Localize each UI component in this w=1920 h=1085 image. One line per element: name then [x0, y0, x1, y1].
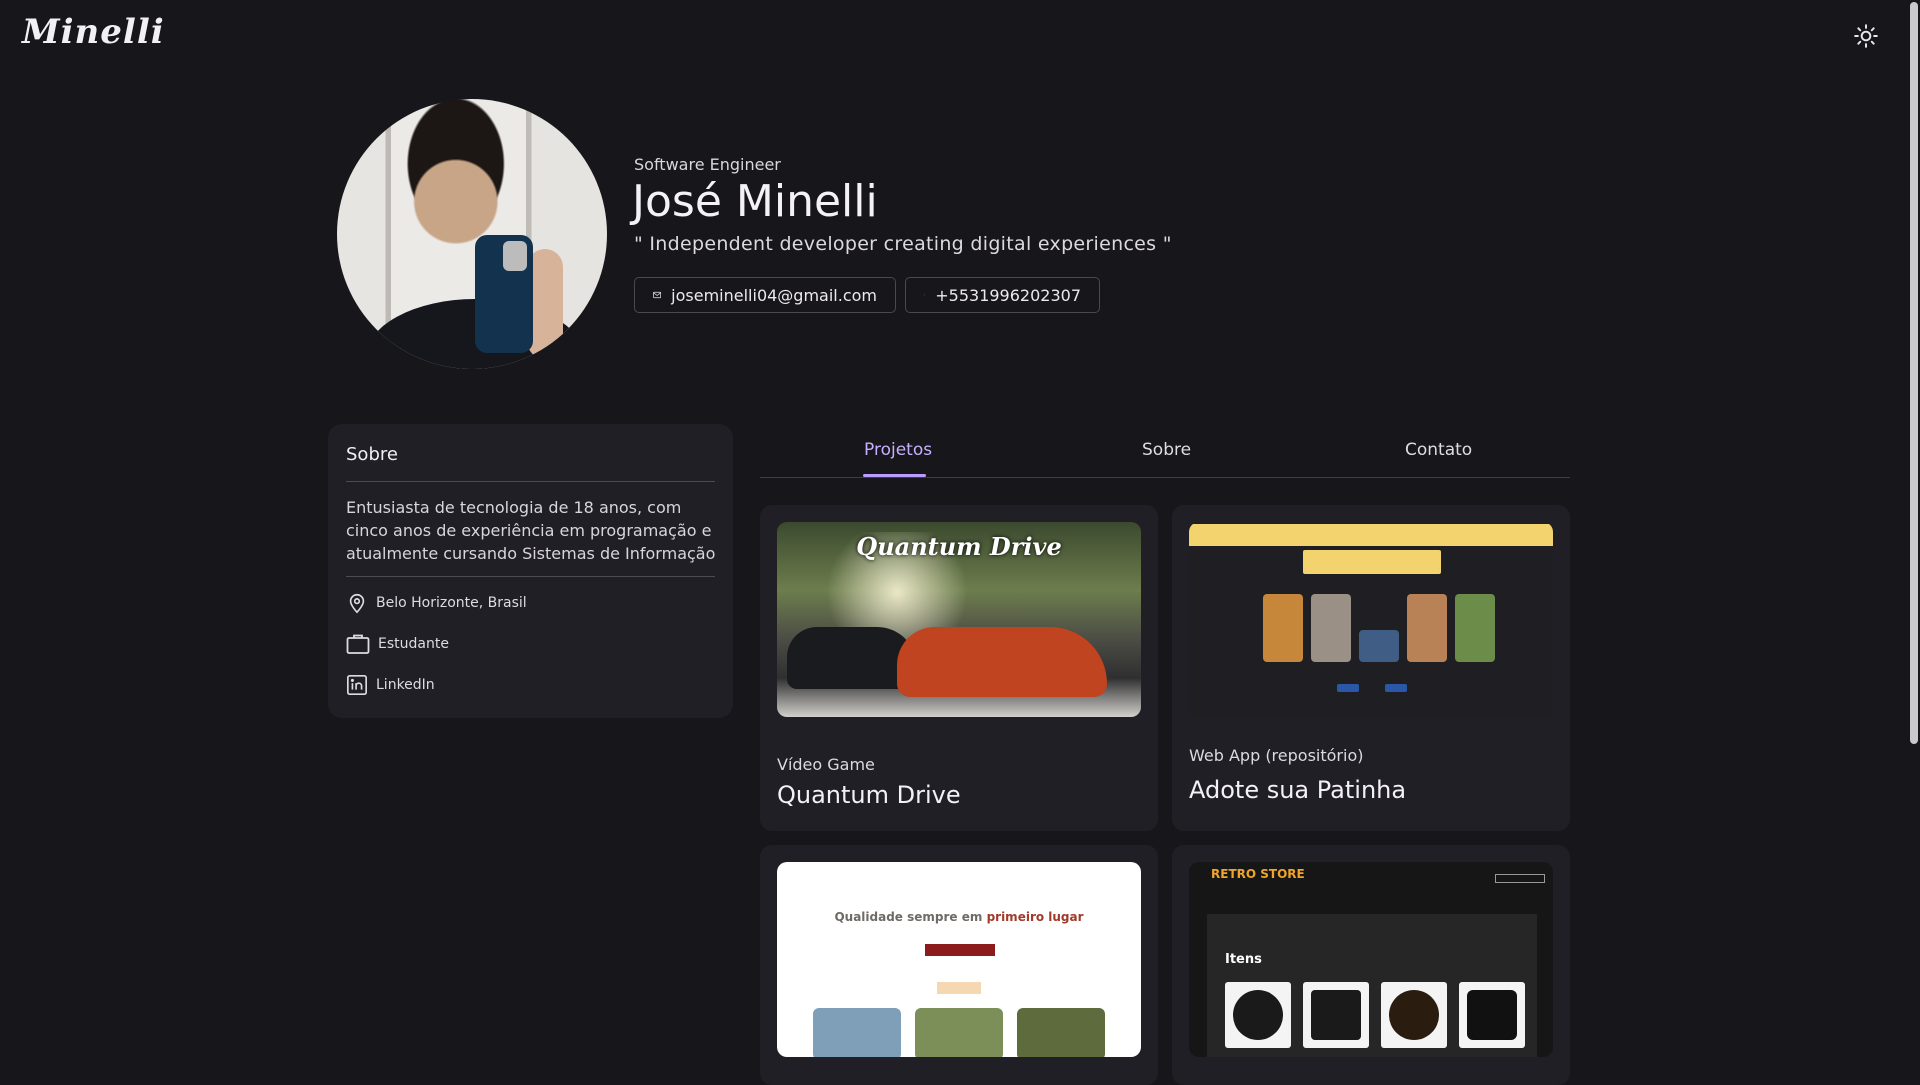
- location-pin-icon: [349, 593, 365, 614]
- occupation-label: Estudante: [378, 636, 449, 652]
- scrollbar-thumb[interactable]: [1910, 2, 1918, 744]
- location-label: Belo Horizonte, Brasil: [376, 595, 527, 611]
- thumbnail-title: Quantum Drive: [856, 532, 1062, 561]
- thumbnail-headline: Qualidade sempre em primeiro lugar: [834, 910, 1084, 924]
- top-bar: Minelli: [0, 0, 1920, 72]
- sun-icon: [1854, 24, 1878, 48]
- tab-sobre[interactable]: Sobre: [1142, 440, 1191, 460]
- divider: [346, 576, 715, 577]
- project-title: Quantum Drive: [777, 781, 961, 809]
- project-thumbnail: Qualidade sempre em primeiro lugar: [777, 862, 1141, 1057]
- linkedin-link[interactable]: LinkedIn: [346, 674, 435, 696]
- profile-tagline: " Independent developer creating digital…: [634, 233, 1172, 255]
- project-card-quantum-drive[interactable]: Quantum Drive Vídeo Game Quantum Drive: [760, 505, 1158, 831]
- brand-logo[interactable]: Minelli: [22, 12, 165, 52]
- project-card-retro-store[interactable]: RETRO STORE Itens: [1172, 845, 1570, 1085]
- linkedin-label: LinkedIn: [376, 677, 435, 693]
- briefcase-icon: [346, 634, 370, 654]
- about-description: Entusiasta de tecnologia de 18 anos, com…: [346, 498, 716, 563]
- project-thumbnail: Quantum Drive: [777, 522, 1141, 717]
- project-thumbnail: [1189, 522, 1553, 717]
- phone-label: +5531996202307: [935, 285, 1081, 305]
- about-card: Sobre Entusiasta de tecnologia de 18 ano…: [328, 424, 733, 718]
- project-category: Vídeo Game: [777, 755, 875, 774]
- project-title: Adote sua Patinha: [1189, 776, 1407, 804]
- project-thumbnail: RETRO STORE Itens: [1189, 862, 1553, 1057]
- mail-icon: [653, 291, 662, 299]
- info-occupation: Estudante: [346, 633, 449, 655]
- project-card-adote-sua-patinha[interactable]: Web App (repositório) Adote sua Patinha: [1172, 505, 1570, 831]
- thumbnail-logo: RETRO STORE: [1211, 867, 1305, 881]
- thumbnail-heading: Itens: [1225, 952, 1262, 967]
- phone-icon: [924, 294, 926, 296]
- email-label: joseminelli04@gmail.com: [671, 285, 877, 305]
- email-button[interactable]: joseminelli04@gmail.com: [634, 277, 896, 313]
- phone-button[interactable]: +5531996202307: [905, 277, 1100, 313]
- profile-role: Software Engineer: [634, 155, 781, 174]
- project-category: Web App (repositório): [1189, 746, 1364, 765]
- divider: [346, 481, 715, 482]
- profile-name: José Minelli: [632, 176, 878, 227]
- tab-contato[interactable]: Contato: [1405, 440, 1472, 460]
- active-tab-indicator: [863, 474, 926, 477]
- profile-avatar: [337, 99, 607, 369]
- info-location: Belo Horizonte, Brasil: [346, 592, 527, 614]
- tab-projetos[interactable]: Projetos: [864, 440, 932, 460]
- linkedin-icon: [347, 675, 367, 695]
- theme-toggle-button[interactable]: [1850, 20, 1882, 52]
- about-card-title: Sobre: [346, 444, 398, 465]
- section-tabs: Projetos Sobre Contato: [760, 424, 1570, 478]
- project-card-qualidade[interactable]: Qualidade sempre em primeiro lugar: [760, 845, 1158, 1085]
